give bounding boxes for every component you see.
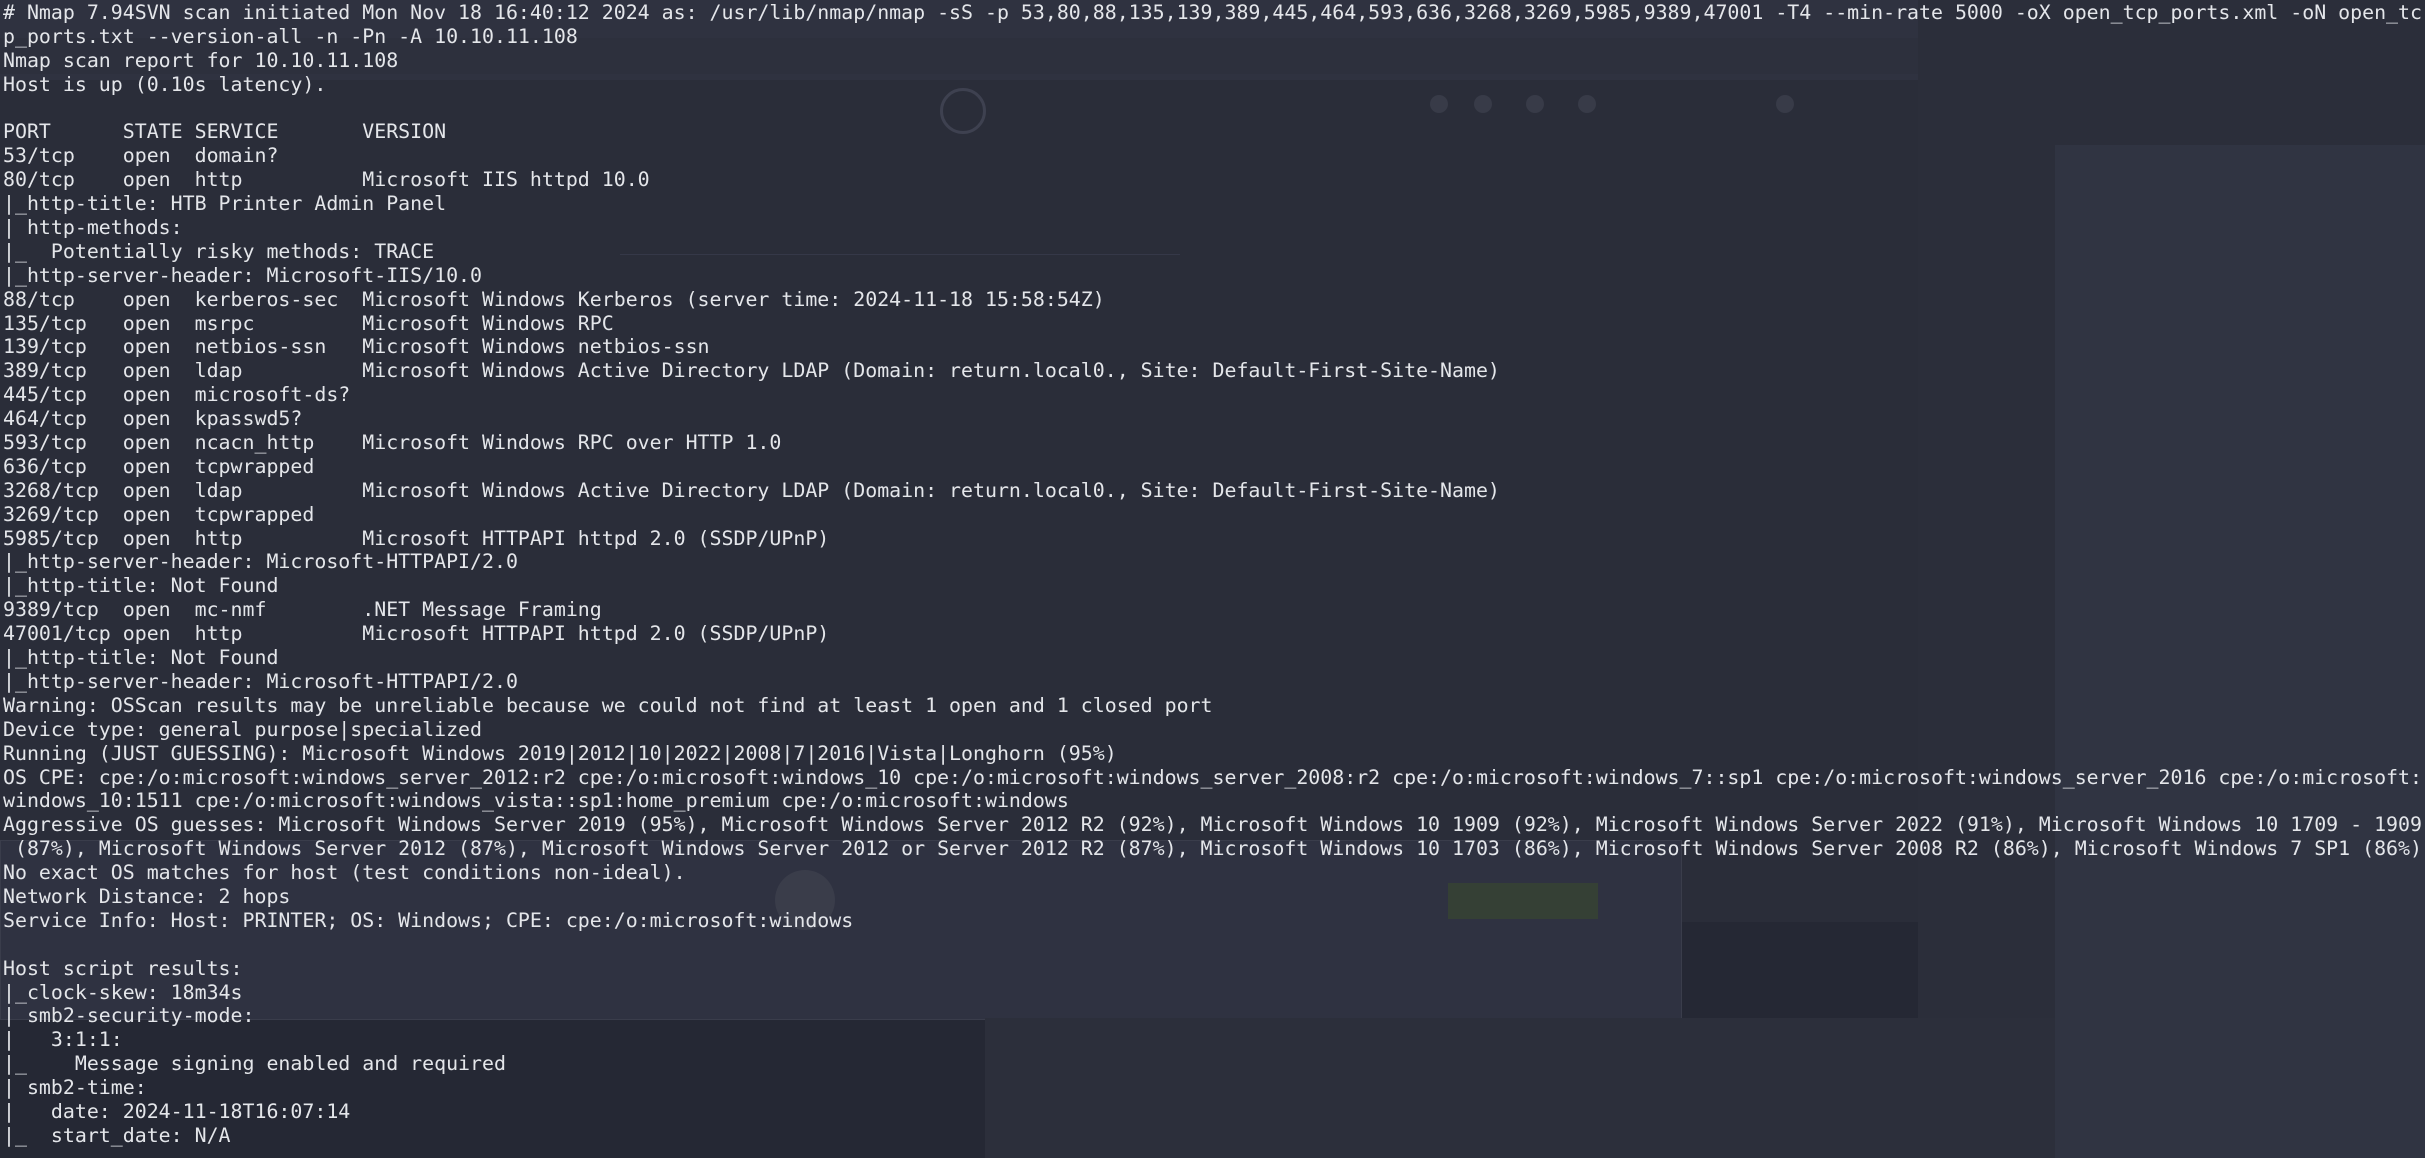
terminal-line: | 3:1:1: xyxy=(3,1028,123,1052)
terminal-line: Device type: general purpose|specialized xyxy=(3,717,483,741)
desktop-screen: # Nmap 7.94SVN scan initiated Mon Nov 18… xyxy=(0,0,2425,1158)
terminal-line: |_clock-skew: 18m34s xyxy=(3,980,243,1004)
terminal-line: 593/tcp open ncacn_http Microsoft Window… xyxy=(3,431,782,455)
terminal-line: Running (JUST GUESSING): Microsoft Windo… xyxy=(3,741,1117,765)
terminal-line: |_http-title: Not Found xyxy=(3,574,279,598)
terminal-line: 389/tcp open ldap Microsoft Windows Acti… xyxy=(3,359,1500,383)
terminal-line: 139/tcp open netbios-ssn Microsoft Windo… xyxy=(3,335,710,359)
terminal-line: |_http-server-header: Microsoft-HTTPAPI/… xyxy=(3,550,518,574)
terminal-line: Host script results: xyxy=(3,956,243,980)
terminal-line: |_http-title: Not Found xyxy=(3,646,279,670)
terminal-line: PORT STATE SERVICE VERSION xyxy=(3,120,447,144)
terminal-line: | date: 2024-11-18T16:07:14 xyxy=(3,1099,351,1123)
terminal-line: Service Info: Host: PRINTER; OS: Windows… xyxy=(3,908,854,932)
terminal-line: 47001/tcp open http Microsoft HTTPAPI ht… xyxy=(3,622,830,646)
terminal-line: 53/tcp open domain? xyxy=(3,144,279,168)
terminal-line: windows_10:1511 cpe:/o:microsoft:windows… xyxy=(3,789,1069,813)
terminal-line: 80/tcp open http Microsoft IIS httpd 10.… xyxy=(3,168,650,192)
terminal-line: |_ Potentially risky methods: TRACE xyxy=(3,239,435,263)
terminal-line: (87%), Microsoft Windows Server 2012 (87… xyxy=(3,837,2422,861)
terminal-line: 5985/tcp open http Microsoft HTTPAPI htt… xyxy=(3,526,830,550)
terminal-line: | smb2-time: xyxy=(3,1076,147,1100)
terminal-line: |_ Message signing enabled and required xyxy=(3,1052,506,1076)
terminal-line: OS CPE: cpe:/o:microsoft:windows_server_… xyxy=(3,765,2422,789)
terminal-line: Host is up (0.10s latency). xyxy=(3,72,327,96)
terminal-line: 135/tcp open msrpc Microsoft Windows RPC xyxy=(3,311,614,335)
terminal-line: 3269/tcp open tcpwrapped xyxy=(3,502,315,526)
terminal-line: | smb2-security-mode: xyxy=(3,1004,255,1028)
terminal-line: Nmap scan report for 10.10.11.108 xyxy=(3,48,399,72)
terminal-line: # Nmap 7.94SVN scan initiated Mon Nov 18… xyxy=(3,1,2422,24)
terminal-line: Warning: OSScan results may be unreliabl… xyxy=(3,693,1213,717)
terminal-line: Aggressive OS guesses: Microsoft Windows… xyxy=(3,813,2422,837)
terminal-line: 445/tcp open microsoft-ds? xyxy=(3,383,351,407)
terminal-line: |_http-server-header: Microsoft-IIS/10.0 xyxy=(3,263,483,287)
terminal-line: 464/tcp open kpasswd5? xyxy=(3,407,303,431)
terminal-line: |_http-server-header: Microsoft-HTTPAPI/… xyxy=(3,669,518,693)
terminal-line: 9389/tcp open mc-nmf .NET Message Framin… xyxy=(3,598,602,622)
terminal-line: | http-methods: xyxy=(3,216,183,240)
terminal-line: 636/tcp open tcpwrapped xyxy=(3,454,315,478)
terminal-line: 3268/tcp open ldap Microsoft Windows Act… xyxy=(3,478,1500,502)
terminal-output[interactable]: # Nmap 7.94SVN scan initiated Mon Nov 18… xyxy=(3,1,2422,1148)
terminal-line: |_http-title: HTB Printer Admin Panel xyxy=(3,192,447,216)
terminal-line: p_ports.txt --version-all -n -Pn -A 10.1… xyxy=(3,24,578,48)
terminal-line: 88/tcp open kerberos-sec Microsoft Windo… xyxy=(3,287,1105,311)
terminal-line: Network Distance: 2 hops xyxy=(3,884,291,908)
terminal-line: No exact OS matches for host (test condi… xyxy=(3,861,686,885)
terminal-line: |_ start_date: N/A xyxy=(3,1123,231,1147)
